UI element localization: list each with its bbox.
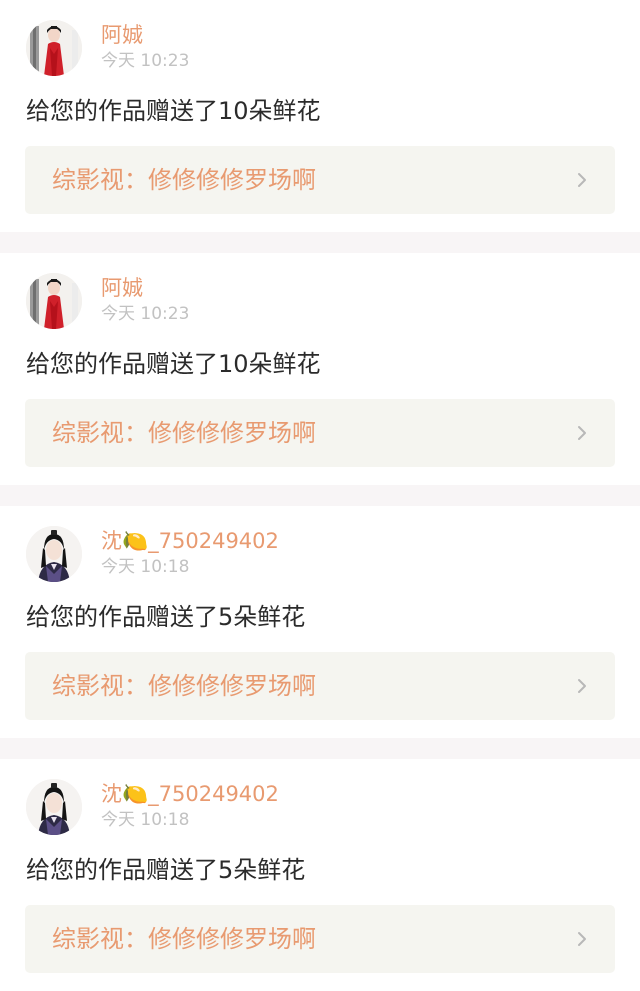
work-title: 综影视：修修修修罗场啊 xyxy=(52,925,316,953)
chevron-right-icon xyxy=(578,932,586,946)
work-title: 综影视：修修修修罗场啊 xyxy=(52,166,316,194)
chevron-right-icon xyxy=(578,173,586,187)
chevron-right-icon xyxy=(578,679,586,693)
user-avatar[interactable] xyxy=(26,20,82,76)
card-separator xyxy=(0,485,640,506)
gift-notification-card: 沈🍋_750249402 今天 10:18 给您的作品赠送了5朵鲜花 综影视：修… xyxy=(0,506,640,738)
work-link-card[interactable]: 综影视：修修修修罗场啊 xyxy=(25,905,615,973)
user-avatar[interactable] xyxy=(26,526,82,582)
username[interactable]: 沈🍋_750249402 xyxy=(101,527,279,555)
gift-notification-card: 阿娍 今天 10:23 给您的作品赠送了10朵鲜花 综影视：修修修修罗场啊 xyxy=(0,253,640,485)
timestamp: 今天 10:23 xyxy=(101,51,190,71)
gift-message: 给您的作品赠送了10朵鲜花 xyxy=(26,97,321,125)
username[interactable]: 阿娍 xyxy=(101,21,143,49)
work-link-card[interactable]: 综影视：修修修修罗场啊 xyxy=(25,652,615,720)
timestamp: 今天 10:18 xyxy=(101,810,190,830)
gift-notification-card: 沈🍋_750249402 今天 10:18 给您的作品赠送了5朵鲜花 综影视：修… xyxy=(0,759,640,991)
gift-message: 给您的作品赠送了10朵鲜花 xyxy=(26,350,321,378)
avatar-dark-robe-icon xyxy=(26,526,82,582)
avatar-red-robe-icon xyxy=(26,273,82,329)
gift-notification-card: 阿娍 今天 10:23 给您的作品赠送了10朵鲜花 综影视：修修修修罗场啊 xyxy=(0,0,640,232)
timestamp: 今天 10:18 xyxy=(101,557,190,577)
card-separator xyxy=(0,738,640,759)
work-link-card[interactable]: 综影视：修修修修罗场啊 xyxy=(25,146,615,214)
work-title: 综影视：修修修修罗场啊 xyxy=(52,419,316,447)
work-title: 综影视：修修修修罗场啊 xyxy=(52,672,316,700)
gift-message: 给您的作品赠送了5朵鲜花 xyxy=(26,603,306,631)
chevron-right-icon xyxy=(578,426,586,440)
work-link-card[interactable]: 综影视：修修修修罗场啊 xyxy=(25,399,615,467)
user-avatar[interactable] xyxy=(26,273,82,329)
card-separator xyxy=(0,232,640,253)
gift-message: 给您的作品赠送了5朵鲜花 xyxy=(26,856,306,884)
username[interactable]: 阿娍 xyxy=(101,274,143,302)
timestamp: 今天 10:23 xyxy=(101,304,190,324)
notification-list-page: 阿娍 今天 10:23 给您的作品赠送了10朵鲜花 综影视：修修修修罗场啊 阿娍… xyxy=(0,0,640,991)
avatar-red-robe-icon xyxy=(26,20,82,76)
username[interactable]: 沈🍋_750249402 xyxy=(101,780,279,808)
avatar-dark-robe-icon xyxy=(26,779,82,835)
user-avatar[interactable] xyxy=(26,779,82,835)
